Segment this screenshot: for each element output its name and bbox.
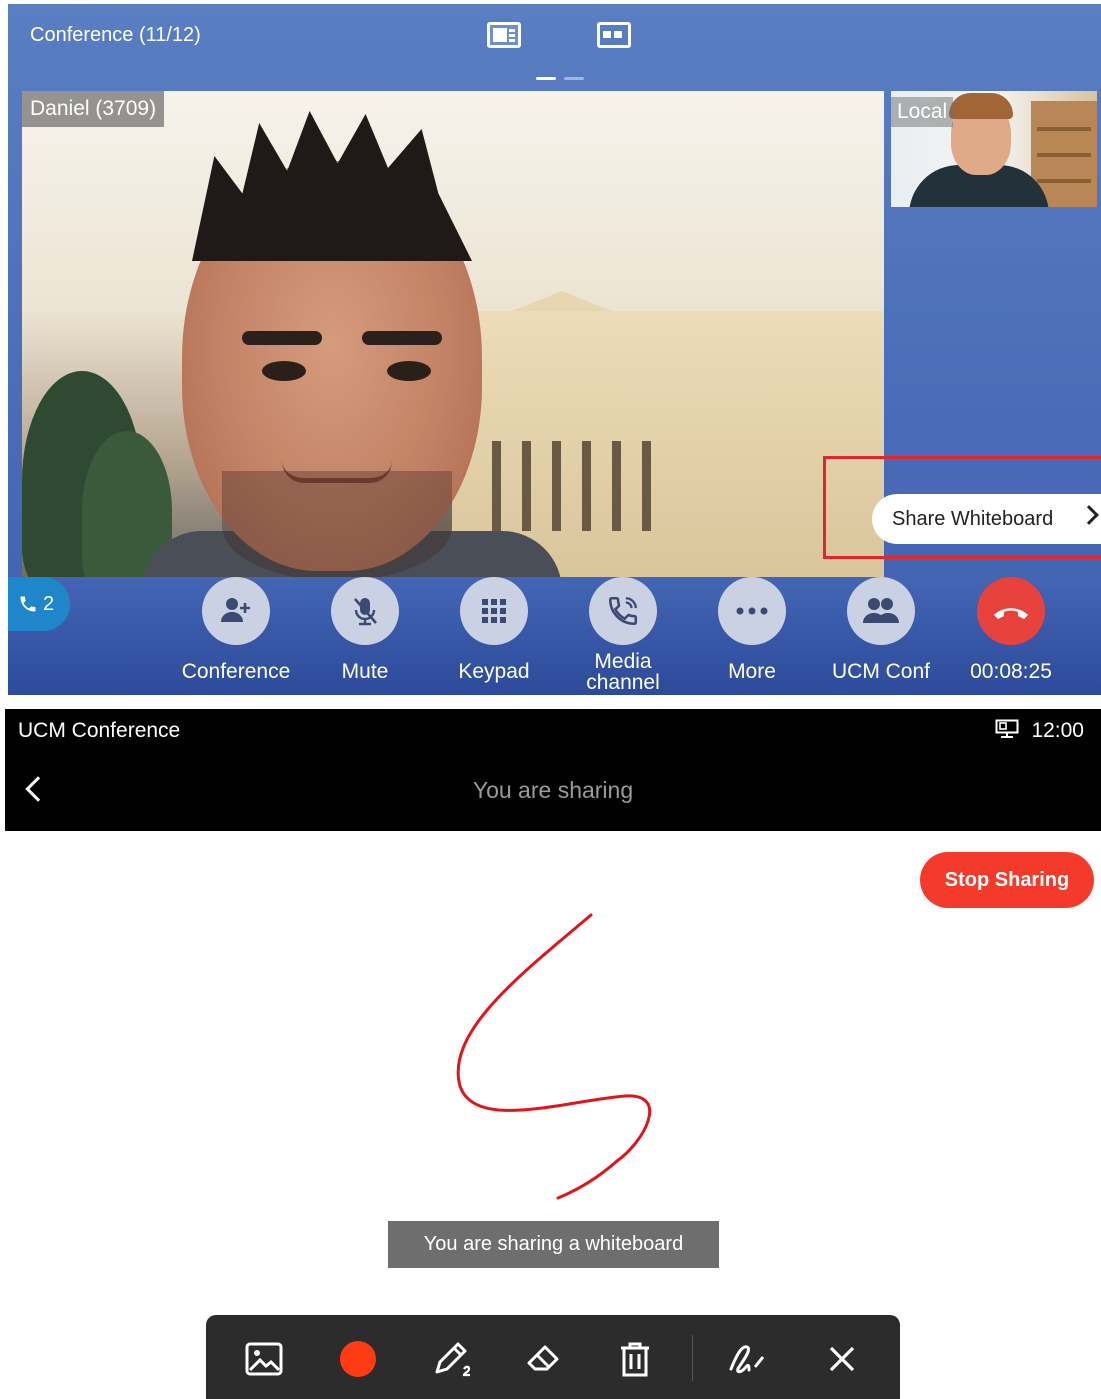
- more-icon: [718, 577, 786, 645]
- chevron-right-icon: [1079, 505, 1099, 525]
- media-channel-label-line1: Media: [594, 650, 652, 673]
- hang-up-icon: [977, 577, 1045, 645]
- group-icon: [847, 577, 915, 645]
- ucm-conf-button[interactable]: UCM Conf: [821, 577, 941, 695]
- call-duration: 00:08:25: [970, 660, 1052, 683]
- remote-video[interactable]: [22, 91, 884, 581]
- column-shape: [642, 441, 651, 531]
- trash-icon[interactable]: [607, 1331, 663, 1387]
- whiteboard-screen: UCM Conference 12:00 You are sharing Sto…: [5, 709, 1101, 1399]
- mouth-shape: [282, 461, 392, 483]
- signature-icon[interactable]: [719, 1331, 775, 1387]
- media-channel-label-line2: channel: [586, 671, 660, 694]
- eraser-icon[interactable]: [516, 1331, 572, 1387]
- more-button[interactable]: More: [692, 577, 812, 695]
- title-bar: You are sharing: [5, 751, 1101, 831]
- ink-stroke: [456, 913, 652, 1200]
- conference-button[interactable]: Conference: [176, 577, 296, 695]
- status-bar: UCM Conference 12:00: [5, 709, 1101, 751]
- keypad-icon: [460, 577, 528, 645]
- close-icon[interactable]: [814, 1331, 870, 1387]
- page-indicator-active: [536, 77, 556, 80]
- call-control-bar: 2 Conference Mute Keypad Media channel M…: [8, 577, 1101, 695]
- hair-shape: [949, 93, 1013, 119]
- hang-up-button[interactable]: 00:08:25: [951, 577, 1071, 695]
- layout-split-icon[interactable]: [597, 22, 631, 48]
- brow-shape: [362, 331, 442, 345]
- column-shape: [612, 441, 621, 531]
- active-calls-button[interactable]: 2: [8, 577, 70, 631]
- column-shape: [582, 441, 591, 531]
- eye-shape: [262, 361, 306, 381]
- mute-button[interactable]: Mute: [305, 577, 425, 695]
- column-shape: [552, 441, 561, 531]
- beard-shape: [222, 471, 452, 581]
- layout-pip-icon[interactable]: [487, 22, 521, 48]
- remote-name-tag: Daniel (3709): [22, 91, 165, 127]
- call-screen: Conference (11/12) Daniel (3709) Local S…: [8, 4, 1101, 695]
- hair-shape: [192, 111, 472, 261]
- conference-label: Conference: [181, 660, 291, 683]
- sharing-toast: You are sharing a whiteboard: [388, 1221, 719, 1268]
- local-name-tag: Local: [891, 97, 954, 127]
- page-title: You are sharing: [472, 777, 634, 803]
- share-whiteboard-label: Share Whiteboard: [892, 507, 1054, 530]
- status-time: 12:00: [1031, 719, 1084, 742]
- page-indicator: [564, 77, 584, 80]
- media-channel-icon: [589, 577, 657, 645]
- ucm-conf-label: UCM Conf: [831, 660, 931, 683]
- mute-label: Mute: [341, 660, 389, 683]
- pen-icon[interactable]: [426, 1331, 482, 1387]
- conference-title: Conference (11/12): [30, 24, 201, 46]
- more-label: More: [728, 660, 776, 683]
- eye-shape: [387, 361, 431, 381]
- keypad-button[interactable]: Keypad: [434, 577, 554, 695]
- image-icon[interactable]: [236, 1331, 292, 1387]
- column-shape: [522, 441, 531, 531]
- microphone-muted-icon: [331, 577, 399, 645]
- whiteboard-toolbar: [206, 1315, 900, 1399]
- phone-icon: [20, 596, 36, 612]
- brow-shape: [242, 331, 322, 345]
- add-user-icon: [202, 577, 270, 645]
- column-shape: [492, 441, 501, 531]
- toolbar-divider: [692, 1335, 693, 1381]
- network-icon: [995, 719, 1019, 738]
- active-calls-count: 2: [42, 592, 55, 615]
- share-whiteboard-button[interactable]: Share Whiteboard: [872, 494, 1101, 544]
- color-dot-icon[interactable]: [330, 1331, 386, 1387]
- media-channel-button[interactable]: Media channel: [563, 577, 683, 695]
- app-name: UCM Conference: [18, 719, 181, 742]
- keypad-label: Keypad: [458, 660, 530, 683]
